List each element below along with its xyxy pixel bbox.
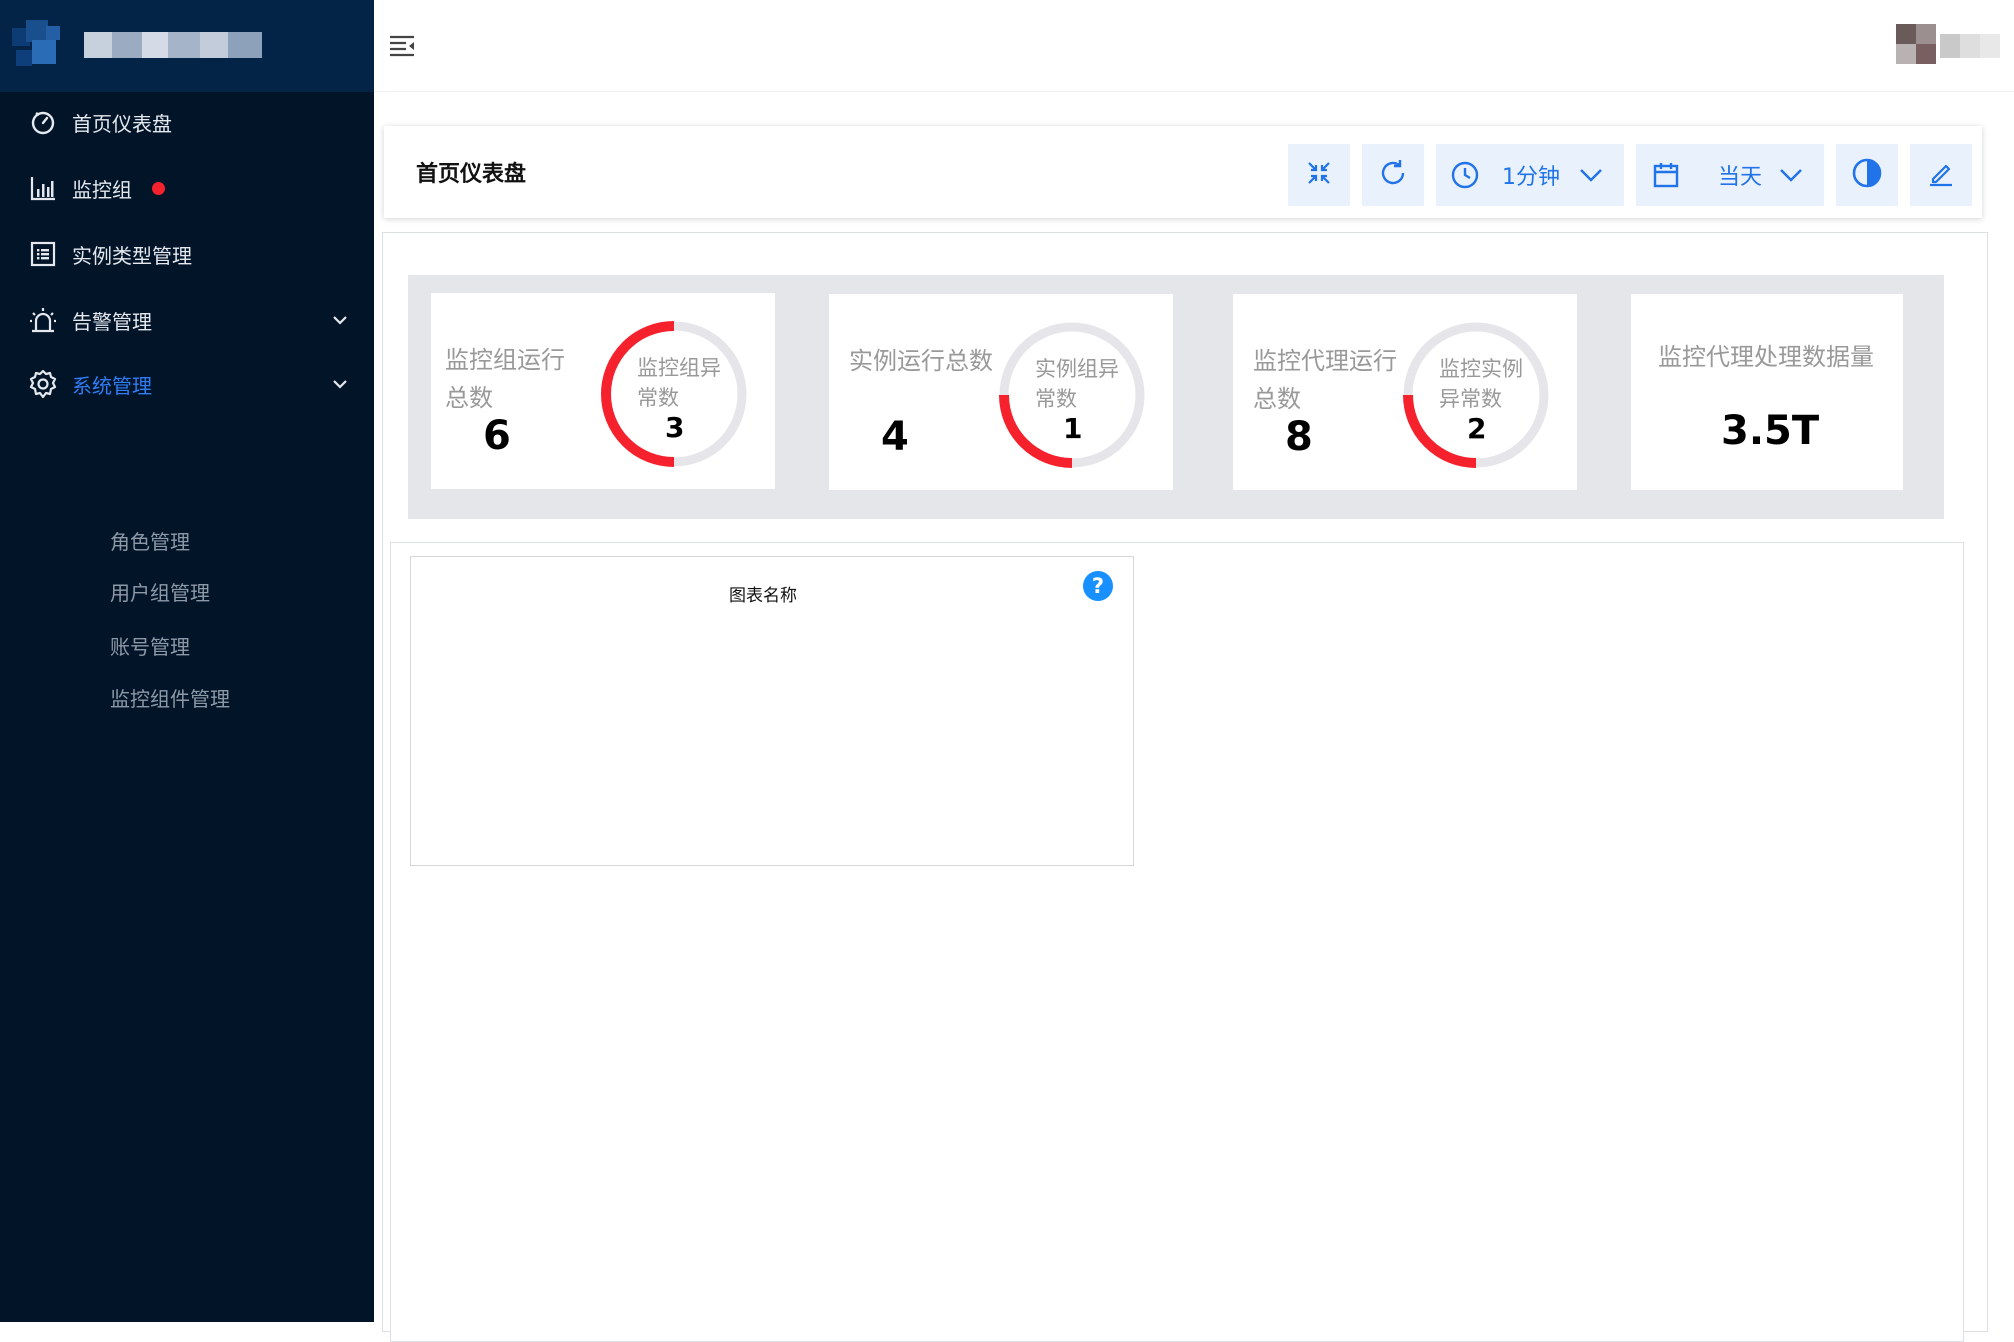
stat-label-line: 总数 [445,384,493,412]
collapse-button[interactable] [1288,144,1350,206]
clock-icon [1450,160,1480,190]
gear-icon [28,369,58,399]
refresh-button[interactable] [1362,144,1424,206]
time-range-select[interactable]: 当天 [1636,144,1824,206]
ring-label-line: 监控实例 [1439,357,1523,381]
ring-label-line: 监控组异 [637,356,721,380]
list-icon [28,239,58,269]
interval-value: 1分钟 [1502,165,1560,190]
stat-value: 3.5T [1721,408,1820,454]
sidebar-item-instance-types[interactable]: 实例类型管理 [0,224,374,284]
chevron-down-icon [1778,162,1804,188]
collapse-icon [1305,159,1333,191]
stat-label-line: 总数 [1253,385,1301,413]
refresh-icon [1378,158,1408,192]
sidebar-item-label: 监控组 [72,177,132,202]
stat-label-line: 监控组运行 [445,346,565,374]
stat-card-agents[interactable]: 监控代理运行 总数 8 监控实例 异常数 2 [1233,294,1577,490]
stat-label: 监控代理处理数据量 [1658,343,1874,371]
sidebar-brand [0,0,374,92]
ring-label: 实例组异 常数 [1035,354,1119,414]
calendar-icon [1652,161,1680,189]
avatar[interactable] [1896,24,1936,64]
sidebar-item-label: 实例类型管理 [72,243,192,268]
chart-title: 图表名称 [729,586,797,606]
sidebar: 首页仪表盘 监控组 实例类型管理 告警管理 系统管理 角色管理 用户组管理 账号… [0,0,374,1322]
username[interactable] [1940,34,2000,58]
sidebar-subitem-user-groups[interactable]: 用户组管理 [110,577,210,606]
interval-select[interactable]: 1分钟 [1436,144,1624,206]
ring-value: 3 [665,411,685,444]
theme-toggle-button[interactable] [1836,144,1898,206]
ring-label-line: 常数 [1035,387,1077,411]
ring-value: 1 [1063,412,1083,445]
ring-label-line: 常数 [637,386,679,410]
sidebar-item-dashboard[interactable]: 首页仪表盘 [0,92,374,152]
logo-icon[interactable] [12,20,62,70]
page-title: 首页仪表盘 [416,162,527,187]
dashboard-icon [28,107,58,137]
menu-fold-icon[interactable] [388,32,418,62]
sidebar-subitem-monitor-components[interactable]: 监控组件管理 [110,683,230,712]
dashboard-toolbar: 首页仪表盘 1分钟 当天 [384,126,1982,218]
stat-value: 8 [1285,414,1313,460]
sidebar-item-label: 首页仪表盘 [72,111,172,136]
edit-icon [1927,159,1955,191]
notification-dot [152,181,165,195]
sidebar-item-monitor-group[interactable]: 监控组 [0,158,374,218]
ring-label-line: 实例组异 [1035,357,1119,381]
sidebar-subitem-accounts[interactable]: 账号管理 [110,631,190,660]
stat-label: 监控组运行 总数 [445,341,565,417]
stat-card-monitor-groups[interactable]: 监控组运行 总数 6 监控组异 常数 3 [431,293,775,489]
stat-card-data-volume[interactable]: 监控代理处理数据量 3.5T [1631,294,1903,490]
ring-value: 2 [1467,412,1487,445]
ring-label-line: 异常数 [1439,387,1502,411]
sidebar-item-system[interactable]: 系统管理 [0,354,374,414]
sidebar-subitem-roles[interactable]: 角色管理 [110,526,190,555]
time-range-value: 当天 [1718,165,1763,190]
chevron-down-icon [1578,162,1604,188]
ring-label: 监控实例 异常数 [1439,354,1523,414]
alarm-icon [28,305,58,335]
stat-label-line: 监控代理运行 [1253,347,1397,375]
stat-label-line: 实例运行总数 [849,347,993,375]
top-header [374,0,2014,92]
chevron-down-icon [330,374,350,394]
contrast-icon [1851,157,1883,193]
help-icon[interactable]: ? [1083,571,1113,601]
sidebar-item-label: 告警管理 [72,309,152,334]
brand-name [84,32,264,58]
stat-label: 实例运行总数 [849,342,993,380]
edit-button[interactable] [1910,144,1972,206]
stat-value: 4 [881,414,909,460]
sidebar-item-alarm[interactable]: 告警管理 [0,290,374,350]
stat-label: 监控代理运行 总数 [1253,342,1397,418]
chevron-down-icon [330,310,350,330]
stat-card-instances[interactable]: 实例运行总数 4 实例组异 常数 1 [829,294,1173,490]
stat-value: 6 [483,413,511,459]
bar-chart-icon [28,173,58,203]
sidebar-item-label: 系统管理 [72,373,152,398]
ring-label: 监控组异 常数 [637,353,721,413]
chart-panel[interactable]: 图表名称 ? [410,556,1134,866]
